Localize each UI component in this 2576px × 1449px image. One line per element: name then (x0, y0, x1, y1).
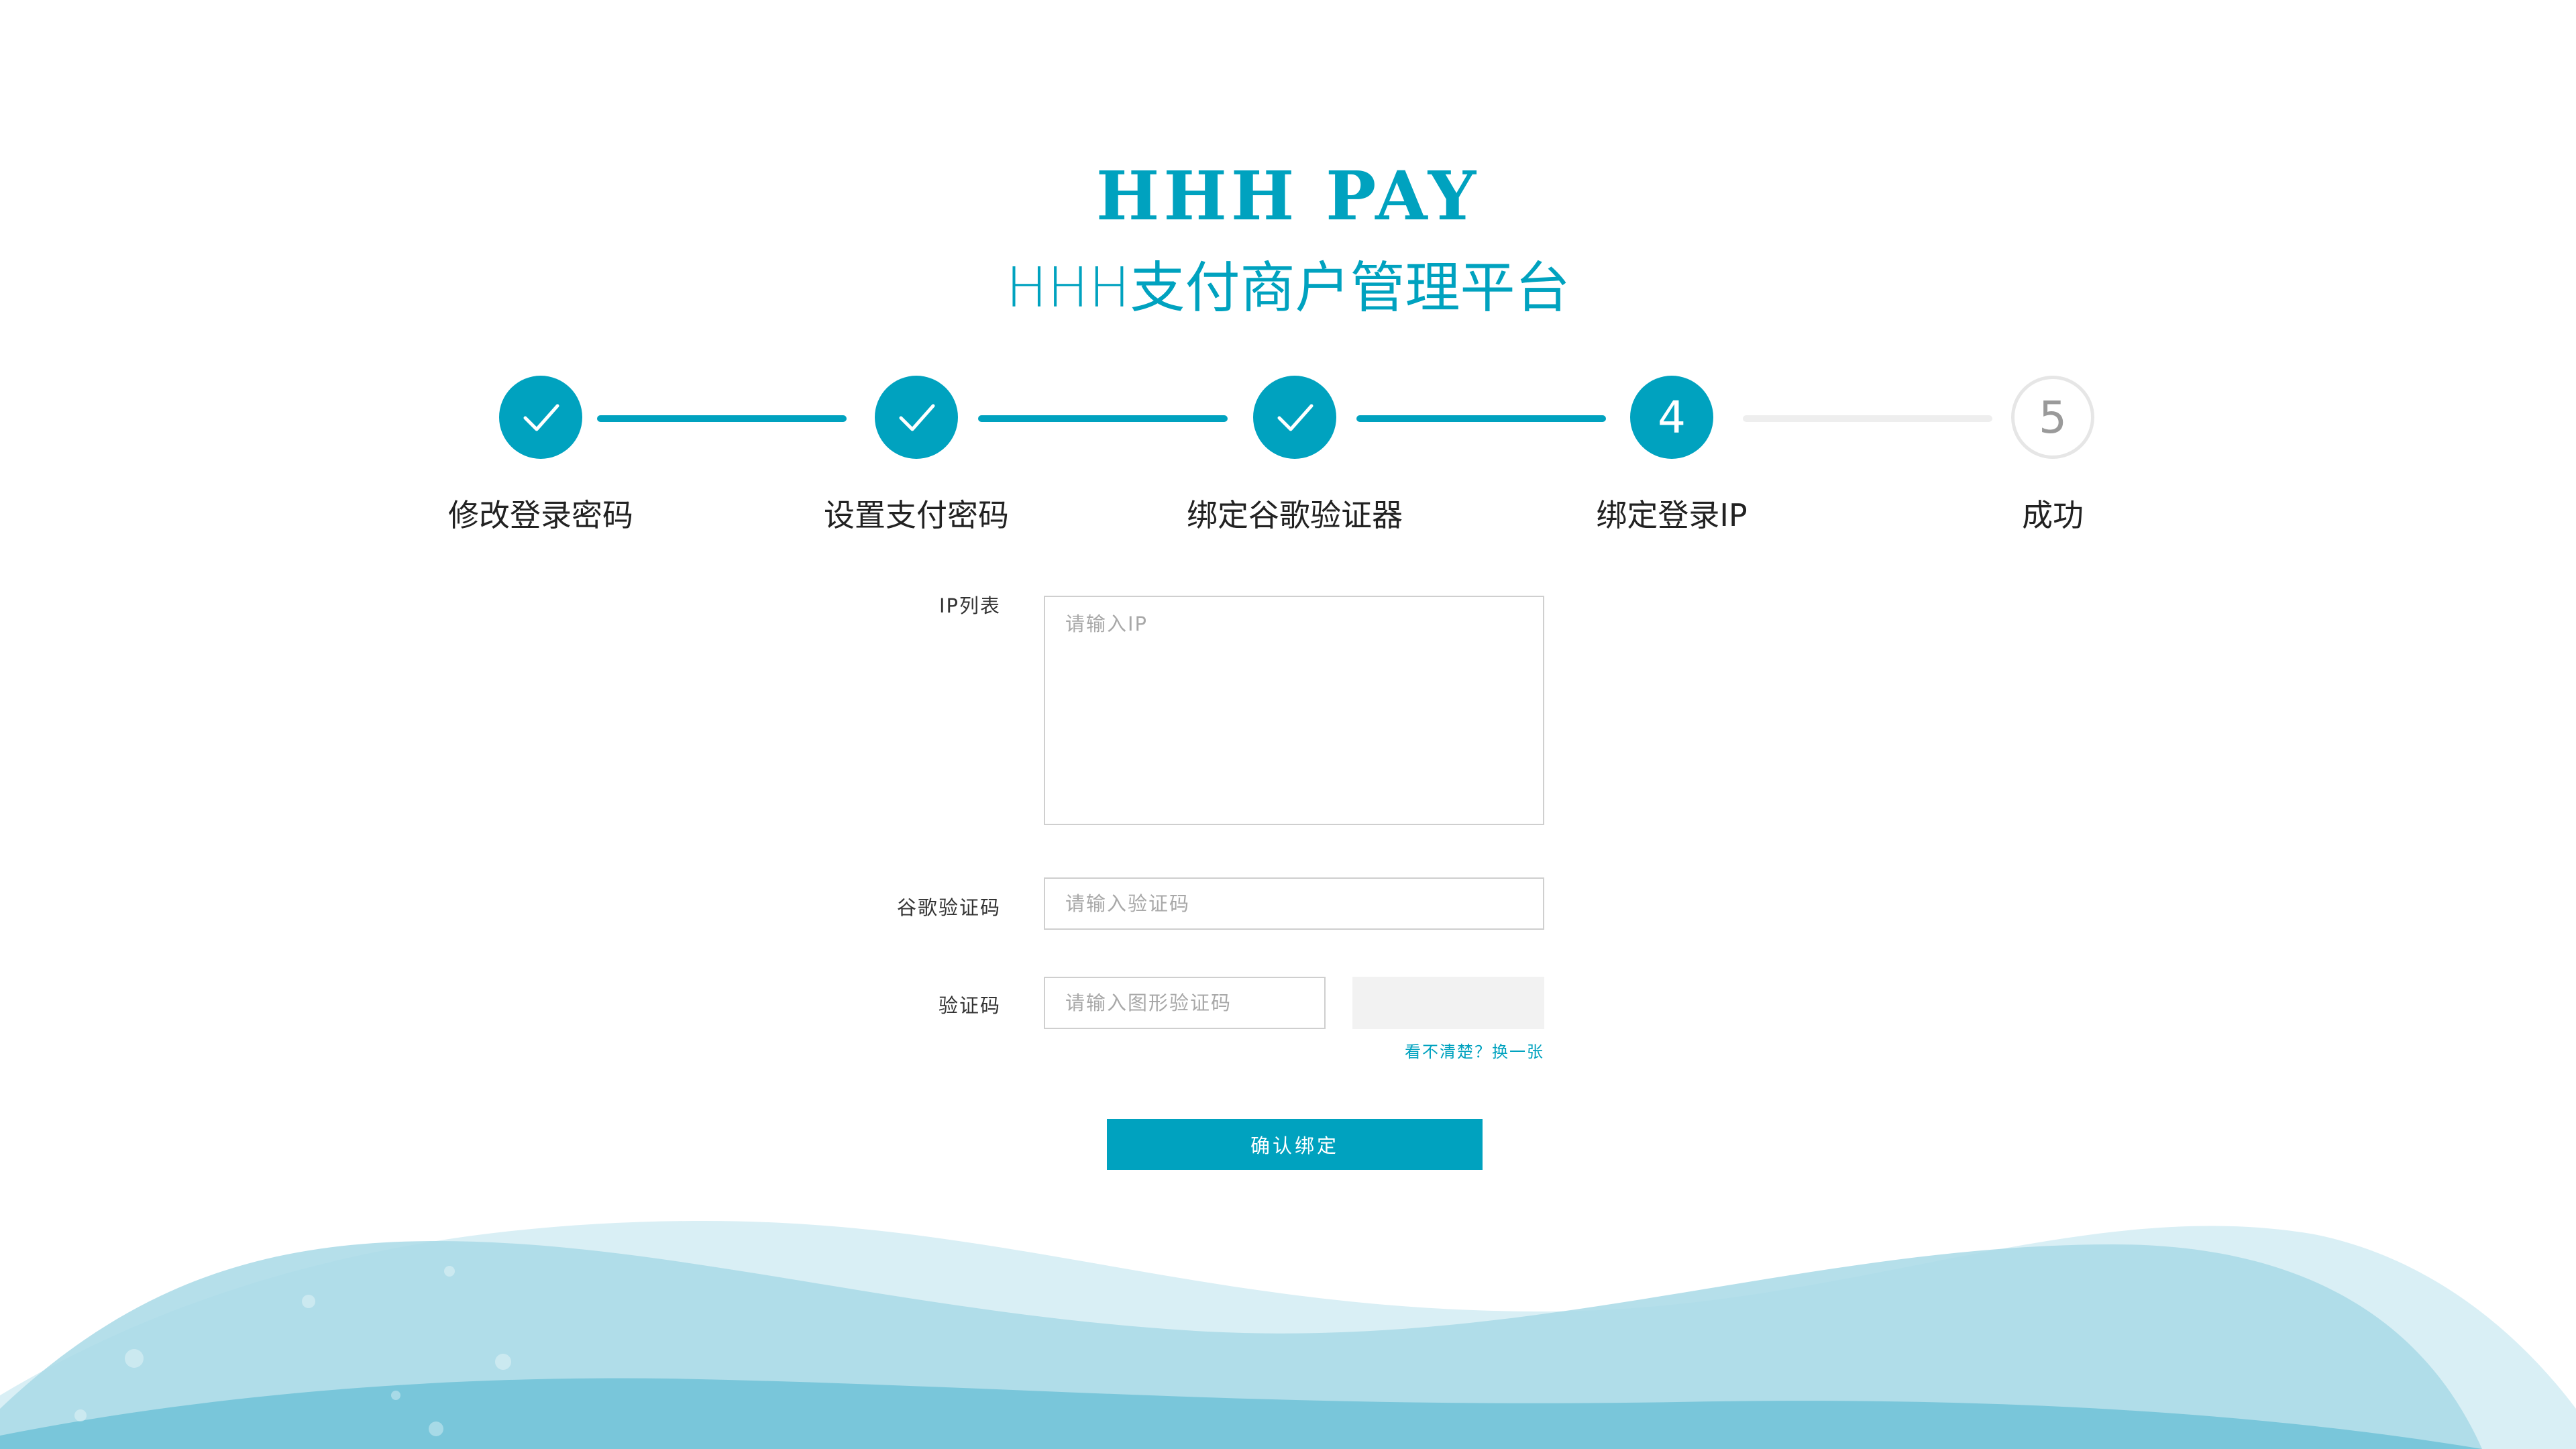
step-circle: 4 (1630, 376, 1713, 459)
google-code-label: 谷歌验证码 (896, 896, 1001, 919)
step-change-login-password: 修改登录密码 (353, 376, 729, 535)
confirm-bind-button[interactable]: 确认绑定 (1107, 1119, 1483, 1170)
check-icon (899, 404, 935, 431)
step-success: 5 成功 (1865, 376, 2241, 535)
step-circle (875, 376, 958, 459)
step-circle (1253, 376, 1336, 459)
step-label: 设置支付密码 (824, 497, 1009, 533)
step-set-pay-password: 设置支付密码 (729, 376, 1104, 535)
refresh-captcha-link[interactable]: 看不清楚？换一张 (1276, 1038, 1544, 1062)
captcha-input[interactable] (1044, 977, 1326, 1029)
captcha-label: 验证码 (938, 994, 1001, 1017)
check-icon (523, 404, 559, 431)
progress-stepper: 修改登录密码 设置支付密码 绑定谷歌验证器 4 绑定登录IP 5 成功 (0, 376, 2576, 550)
step-circle (499, 376, 582, 459)
step-bind-login-ip: 4 绑定登录IP (1484, 376, 1860, 535)
brand-logo: HHH PAY (1095, 156, 1481, 235)
step-circle: 5 (2011, 376, 2094, 459)
step-label: 修改登录密码 (448, 497, 633, 533)
wave-background (0, 1221, 2576, 1449)
captcha-image[interactable] (1352, 977, 1544, 1029)
check-icon (1277, 404, 1313, 431)
ip-list-textarea[interactable] (1044, 596, 1544, 825)
step-label: 绑定登录IP (1596, 497, 1748, 533)
step-label: 绑定谷歌验证器 (1187, 497, 1403, 533)
step-label: 成功 (2022, 497, 2084, 533)
page-subtitle: HHH支付商户管理平台 (1006, 256, 1570, 320)
ip-list-label: IP列表 (938, 594, 1001, 617)
step-bind-google-auth: 绑定谷歌验证器 (1107, 376, 1483, 535)
google-code-input[interactable] (1044, 877, 1544, 930)
bind-ip-page: HHH PAY HHH支付商户管理平台 修改登录密码 设置支付密码 绑定谷歌验证… (0, 0, 2576, 1449)
